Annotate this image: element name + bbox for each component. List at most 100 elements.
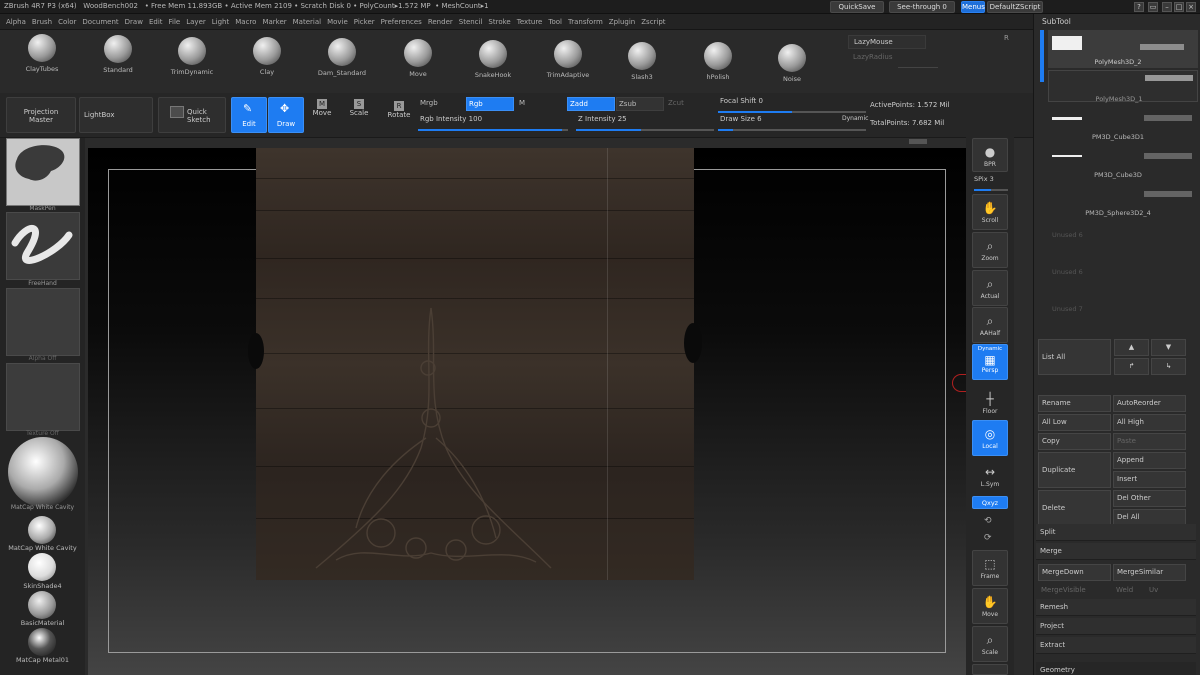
menu-document[interactable]: Document <box>82 18 118 26</box>
menu-brush[interactable]: Brush <box>32 18 52 26</box>
subtool-item[interactable]: PM3D_Sphere3D2_4 <box>1048 188 1198 224</box>
list-all-button[interactable]: List All <box>1038 339 1111 375</box>
close-icon[interactable]: × <box>1186 2 1196 12</box>
rgb-button[interactable]: Rgb <box>466 97 514 111</box>
menu-edit[interactable]: Edit <box>149 18 163 26</box>
material-slot[interactable] <box>8 437 78 507</box>
quicksave-button[interactable]: QuickSave <box>830 1 884 13</box>
subtool-item[interactable]: PolyMesh3D_1 <box>1048 70 1198 103</box>
projection-master-button[interactable]: Projection Master <box>6 97 76 133</box>
material-matcap-white-cavity[interactable] <box>28 516 56 544</box>
brush-claytubes[interactable]: ClayTubes <box>12 34 72 73</box>
append-button[interactable]: Append <box>1113 452 1186 469</box>
menu-color[interactable]: Color <box>58 18 76 26</box>
brush-hpolish[interactable]: hPolish <box>688 42 748 81</box>
brush-clay[interactable]: Clay <box>237 37 297 76</box>
menu-stroke[interactable]: Stroke <box>488 18 510 26</box>
menu-zplugin[interactable]: Zplugin <box>609 18 635 26</box>
actual-button[interactable]: ⌕ Actual <box>972 270 1008 306</box>
scroll-button[interactable]: ✋ Scroll <box>972 194 1008 230</box>
material-matcap-metal01[interactable] <box>28 628 56 656</box>
material-basicmaterial[interactable] <box>28 591 56 619</box>
subtool-toggles[interactable] <box>1144 115 1192 121</box>
copy-button[interactable]: Copy <box>1038 433 1111 450</box>
merge-section[interactable]: Merge <box>1036 543 1196 560</box>
brush-noise[interactable]: Noise <box>762 44 822 83</box>
help-icon[interactable]: ? <box>1134 2 1144 12</box>
remesh-section[interactable]: Remesh <box>1036 599 1196 616</box>
uv-button[interactable]: Uv <box>1146 583 1176 600</box>
paste-button[interactable]: Paste <box>1113 433 1186 450</box>
menu-material[interactable]: Material <box>293 18 321 26</box>
menu-texture[interactable]: Texture <box>517 18 543 26</box>
dynamic-size-toggle[interactable]: Dynamic <box>842 115 868 122</box>
z-intensity-slider[interactable]: Z Intensity 25 <box>576 114 714 131</box>
move-view-button[interactable]: ✋ Move <box>972 588 1008 624</box>
all-low-button[interactable]: All Low <box>1038 414 1111 431</box>
menu-picker[interactable]: Picker <box>354 18 375 26</box>
mrgb-button[interactable]: Mrgb <box>418 97 464 111</box>
delete-button[interactable]: Delete <box>1038 490 1111 526</box>
brush-trimdynamic[interactable]: TrimDynamic <box>162 37 222 76</box>
zsub-button[interactable]: Zsub <box>616 97 664 111</box>
bpr-button[interactable]: ● BPR <box>972 138 1008 172</box>
alpha-brush-slot[interactable] <box>6 138 80 206</box>
focal-shift-slider[interactable]: Focal Shift 0 <box>718 97 866 113</box>
mergedown-button[interactable]: MergeDown <box>1038 564 1111 581</box>
menu-alpha[interactable]: Alpha <box>6 18 26 26</box>
rotate-z-icon[interactable]: ⟳ <box>984 533 992 543</box>
brush-snakehook[interactable]: SnakeHook <box>463 40 523 79</box>
subtool-toggles[interactable] <box>1140 44 1184 50</box>
subtool-toggles[interactable] <box>1144 191 1192 197</box>
geometry-section[interactable]: Geometry <box>1036 662 1196 675</box>
menu-stencil[interactable]: Stencil <box>459 18 483 26</box>
subtool-toggles[interactable] <box>1144 153 1192 159</box>
subtool-scrollbar[interactable] <box>1040 30 1044 82</box>
lazymouse-button[interactable]: LazyMouse <box>848 35 926 49</box>
subtool-item-selected[interactable]: PolyMesh3D_2 <box>1048 30 1198 68</box>
arrow-down-button[interactable]: ▼ <box>1151 339 1186 356</box>
lsym-button[interactable]: ↔ L.Sym <box>972 463 1008 489</box>
extract-section[interactable]: Extract <box>1036 637 1196 654</box>
wood-plank-model[interactable] <box>248 148 702 580</box>
subtool-item[interactable]: PM3D_Cube3D1 <box>1048 112 1198 148</box>
zadd-button[interactable]: Zadd <box>567 97 615 111</box>
arrow-up-button[interactable]: ▲ <box>1114 339 1149 356</box>
menus-button[interactable]: Menus <box>961 1 985 13</box>
rotate-view-button[interactable] <box>972 664 1008 675</box>
persp-button[interactable]: Dynamic ▦ Persp <box>972 344 1008 380</box>
tray-handle[interactable] <box>952 374 966 392</box>
menu-preferences[interactable]: Preferences <box>381 18 422 26</box>
rotate-button[interactable]: R Rotate <box>386 101 412 119</box>
menu-file[interactable]: File <box>169 18 181 26</box>
quick-sketch-button[interactable]: Quick Sketch <box>158 97 226 133</box>
subtool-toggles[interactable] <box>1145 75 1193 81</box>
material-skinshade4[interactable] <box>28 553 56 581</box>
all-high-button[interactable]: All High <box>1113 414 1186 431</box>
menu-draw[interactable]: Draw <box>125 18 143 26</box>
local-button[interactable]: ◎ Local <box>972 420 1008 456</box>
scale-view-button[interactable]: ⌕ Scale <box>972 626 1008 662</box>
scale-button[interactable]: S Scale <box>347 99 371 117</box>
rename-button[interactable]: Rename <box>1038 395 1111 412</box>
minimize-icon[interactable]: – <box>1162 2 1172 12</box>
menu-movie[interactable]: Movie <box>327 18 348 26</box>
move-button[interactable]: M Move <box>310 99 334 117</box>
frame-button[interactable]: ⬚ Frame <box>972 550 1008 586</box>
move-down-button[interactable]: ↳ <box>1151 358 1186 375</box>
menu-light[interactable]: Light <box>212 18 229 26</box>
zcut-button[interactable]: Zcut <box>666 97 714 111</box>
project-section[interactable]: Project <box>1036 618 1196 635</box>
aahalf-button[interactable]: ⌕ AAHalf <box>972 307 1008 343</box>
menu-render[interactable]: Render <box>428 18 453 26</box>
stroke-slot[interactable] <box>6 212 80 280</box>
subtool-item[interactable]: PM3D_Cube3D <box>1048 150 1198 186</box>
mergevisible-button[interactable]: MergeVisible <box>1038 583 1111 600</box>
split-section[interactable]: Split <box>1036 524 1196 541</box>
floor-button[interactable]: ┼ Floor <box>972 386 1008 422</box>
menu-layer[interactable]: Layer <box>186 18 206 26</box>
insert-button[interactable]: Insert <box>1113 471 1186 488</box>
weld-button[interactable]: Weld <box>1113 583 1143 600</box>
mergesimilar-button[interactable]: MergeSimilar <box>1113 564 1186 581</box>
canvas-scroll-indicator[interactable] <box>909 139 927 144</box>
